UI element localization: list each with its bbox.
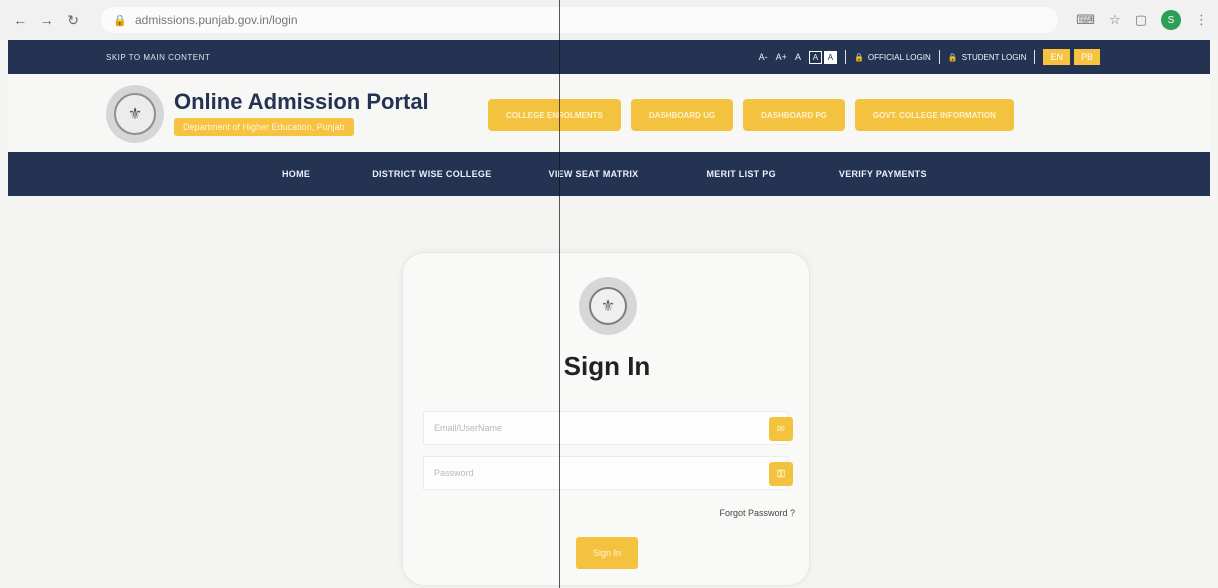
college-enrolments-button[interactable]: COLLEGE ENROLMENTS xyxy=(488,99,621,131)
password-field[interactable]: Password ⚿ xyxy=(423,456,793,490)
scan-line xyxy=(559,0,560,588)
language-switcher: EN PB xyxy=(1043,49,1100,65)
official-login-label: OFFICIAL LOGIN xyxy=(867,52,931,62)
mail-icon: ✉ xyxy=(769,417,793,441)
divider xyxy=(844,50,846,64)
contrast-toggle[interactable]: A A xyxy=(808,50,837,64)
sign-in-card: ⚜ Sign In Email/UserName ✉ Password ⚿ Fo… xyxy=(402,252,810,586)
back-icon[interactable]: ← xyxy=(10,9,30,31)
lock-icon: 🔒 xyxy=(853,52,864,62)
profile-avatar[interactable]: S xyxy=(1161,10,1181,30)
language-pb-button[interactable]: PB xyxy=(1073,49,1100,65)
official-login-link[interactable]: 🔒 OFFICIAL LOGIN xyxy=(854,53,931,62)
student-login-label: STUDENT LOGIN xyxy=(961,52,1027,62)
govt-college-info-button[interactable]: GOVT. COLLEGE INFORMATION xyxy=(854,99,1014,131)
font-decrease-button[interactable]: A- xyxy=(759,52,768,62)
star-icon[interactable]: ☆ xyxy=(1109,12,1121,28)
emblem-icon: ⚜ xyxy=(114,93,156,135)
emblem-icon: ⚜ xyxy=(589,287,627,325)
sign-in-button[interactable]: Sign In xyxy=(576,537,638,569)
translate-icon[interactable]: ⌨ xyxy=(1076,12,1095,28)
dashboard-ug-button[interactable]: DASHBOARD UG xyxy=(630,99,734,131)
forward-icon[interactable]: → xyxy=(36,9,56,31)
lock-icon: 🔒 xyxy=(947,52,958,62)
contrast-dark-button[interactable]: A xyxy=(823,50,837,64)
nav-home[interactable]: HOME xyxy=(282,169,310,179)
refresh-icon[interactable]: ↻ xyxy=(63,9,83,31)
browser-actions: ⌨ ☆ ▢ S ⋮ xyxy=(1076,10,1208,30)
main-nav: HOME DISTRICT WISE COLLEGE VIEW SEAT MAT… xyxy=(8,152,1210,196)
nav-verify-payments[interactable]: VERIFY PAYMENTS xyxy=(839,169,927,179)
department-badge: Department of Higher Education, Punjab xyxy=(174,118,354,136)
font-increase-button[interactable]: A+ xyxy=(776,52,787,62)
nav-merit-list-pg[interactable]: MERIT LIST PG xyxy=(706,169,775,179)
language-en-button[interactable]: EN xyxy=(1043,49,1070,65)
student-login-link[interactable]: 🔒 STUDENT LOGIN xyxy=(948,53,1027,62)
state-emblem: ⚜ xyxy=(106,85,164,143)
email-placeholder: Email/UserName xyxy=(434,423,503,433)
site-header: ⚜ Online Admission Portal Department of … xyxy=(8,74,1210,152)
card-emblem: ⚜ xyxy=(579,277,637,335)
sign-in-title: Sign In xyxy=(563,351,651,381)
divider xyxy=(1034,50,1036,64)
header-actions: COLLEGE ENROLMENTS DASHBOARD UG DASHBOAR… xyxy=(488,99,1014,131)
font-normal-button[interactable]: A xyxy=(795,52,801,62)
browser-chrome: ← → ↻ 🔒 admissions.punjab.gov.in/login ⌨… xyxy=(0,0,1218,40)
address-bar[interactable]: 🔒 admissions.punjab.gov.in/login xyxy=(101,7,1059,33)
address-text: admissions.punjab.gov.in/login xyxy=(134,13,298,27)
utility-bar: SKIP TO MAIN CONTENT A- A+ A A A 🔒 OFFIC… xyxy=(8,40,1210,74)
nav-view-seat-matrix[interactable]: VIEW SEAT MATRIX xyxy=(549,169,639,179)
utility-actions: A- A+ A A A 🔒 OFFICIAL LOGIN 🔒 STUDENT L… xyxy=(759,49,1100,65)
nav-district-wise-college[interactable]: DISTRICT WISE COLLEGE xyxy=(372,169,491,179)
portal-title: Online Admission Portal xyxy=(174,89,429,114)
dashboard-pg-button[interactable]: DASHBOARD PG xyxy=(743,99,845,131)
lock-icon: 🔒 xyxy=(113,14,127,27)
menu-icon[interactable]: ⋮ xyxy=(1195,12,1208,28)
password-placeholder: Password xyxy=(434,468,474,478)
key-icon: ⚿ xyxy=(769,462,793,486)
contrast-light-button[interactable]: A xyxy=(808,50,822,64)
window-icon[interactable]: ▢ xyxy=(1135,12,1147,28)
forgot-password-link[interactable]: Forgot Password ? xyxy=(719,508,795,518)
email-field[interactable]: Email/UserName ✉ xyxy=(423,411,793,445)
skip-link[interactable]: SKIP TO MAIN CONTENT xyxy=(106,53,210,62)
divider xyxy=(938,50,940,64)
